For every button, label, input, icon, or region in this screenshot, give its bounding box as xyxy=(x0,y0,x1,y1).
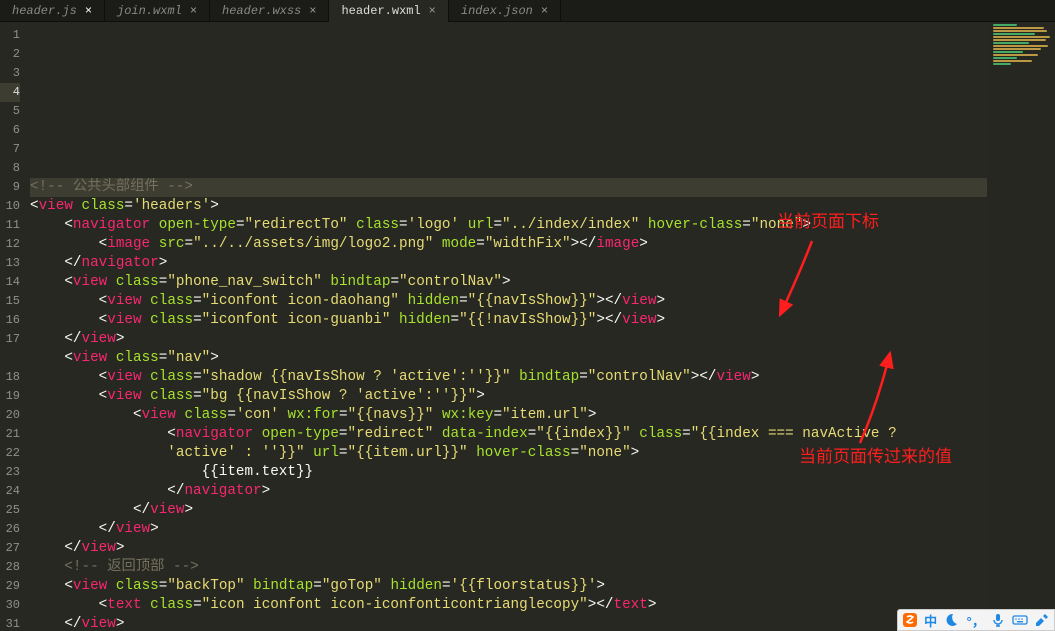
code-line[interactable]: <view class="iconfont icon-guanbi" hidde… xyxy=(30,311,987,330)
minimap[interactable] xyxy=(987,22,1055,631)
code-line[interactable]: <view class="backTop" bindtap="goTop" hi… xyxy=(30,577,987,596)
code-line[interactable]: <!-- 返回顶部 --> xyxy=(30,558,987,577)
close-icon[interactable]: × xyxy=(429,4,436,18)
toolbox-icon[interactable] xyxy=(1034,612,1050,628)
code-line[interactable]: <navigator open-type="redirectTo" class=… xyxy=(30,216,987,235)
code-line[interactable]: <view class='con' wx:for="{{navs}}" wx:k… xyxy=(30,406,987,425)
code-line[interactable]: <navigator open-type="redirect" data-ind… xyxy=(30,425,987,444)
code-line[interactable]: </navigator> xyxy=(30,254,987,273)
tab-label: header.wxss xyxy=(222,4,301,18)
tab-index-json[interactable]: index.json × xyxy=(449,0,561,22)
moon-icon[interactable] xyxy=(943,612,959,628)
code-line[interactable]: <image src="../../assets/img/logo2.png" … xyxy=(30,235,987,254)
code-line[interactable]: </view> xyxy=(30,520,987,539)
code-line[interactable] xyxy=(30,121,987,140)
close-icon[interactable]: × xyxy=(309,4,316,18)
code-line[interactable]: 'active' : ''}}" url="{{item.url}}" hove… xyxy=(30,444,987,463)
code-line[interactable]: </view> xyxy=(30,501,987,520)
code-line[interactable]: </navigator> xyxy=(30,482,987,501)
code-line[interactable]: <view class='headers'> xyxy=(30,197,987,216)
code-line[interactable]: <view class="nav"> xyxy=(30,349,987,368)
tab-header-js[interactable]: header.js × xyxy=(0,0,105,22)
editor: 1234567891011121314151617181920212223242… xyxy=(0,22,1055,631)
ime-toolbar[interactable]: 中 °， xyxy=(897,609,1055,631)
code-line[interactable]: <view class="bg {{navIsShow ? 'active':'… xyxy=(30,387,987,406)
line-gutter[interactable]: 1234567891011121314151617181920212223242… xyxy=(0,22,24,631)
code-area[interactable]: <!-- 公共头部组件 --><view class='headers'> <n… xyxy=(24,22,987,631)
tab-label: header.js xyxy=(12,4,77,18)
sogou-logo-icon[interactable] xyxy=(902,612,918,628)
microphone-icon[interactable] xyxy=(990,612,1006,628)
ime-punct-icon[interactable]: °， xyxy=(965,611,984,630)
code-line[interactable]: <view class="iconfont icon-daohang" hidd… xyxy=(30,292,987,311)
tab-bar: header.js × join.wxml × header.wxss × he… xyxy=(0,0,1055,22)
close-icon[interactable]: × xyxy=(190,4,197,18)
code-line[interactable]: <text class="icon iconfont icon-iconfont… xyxy=(30,596,987,615)
code-line[interactable]: </view> xyxy=(30,330,987,349)
tab-header-wxss[interactable]: header.wxss × xyxy=(210,0,329,22)
ime-lang-badge[interactable]: 中 xyxy=(924,611,937,630)
code-line[interactable]: <!-- 公共头部组件 --> xyxy=(30,178,987,197)
tab-label: index.json xyxy=(461,4,533,18)
keyboard-icon[interactable] xyxy=(1012,612,1028,628)
code-line[interactable] xyxy=(30,159,987,178)
tab-label: join.wxml xyxy=(117,4,182,18)
tab-join-wxml[interactable]: join.wxml × xyxy=(105,0,210,22)
tab-header-wxml[interactable]: header.wxml × xyxy=(329,0,448,22)
code-line[interactable]: {{item.text}} xyxy=(30,463,987,482)
code-line[interactable] xyxy=(30,140,987,159)
code-line[interactable]: </view> xyxy=(30,539,987,558)
code-line[interactable]: </view> xyxy=(30,615,987,631)
code-line[interactable]: <view class="phone_nav_switch" bindtap="… xyxy=(30,273,987,292)
close-icon[interactable]: × xyxy=(541,4,548,18)
close-icon[interactable]: × xyxy=(85,4,92,18)
tab-label: header.wxml xyxy=(341,4,420,18)
code-line[interactable]: <view class="shadow {{navIsShow ? 'activ… xyxy=(30,368,987,387)
